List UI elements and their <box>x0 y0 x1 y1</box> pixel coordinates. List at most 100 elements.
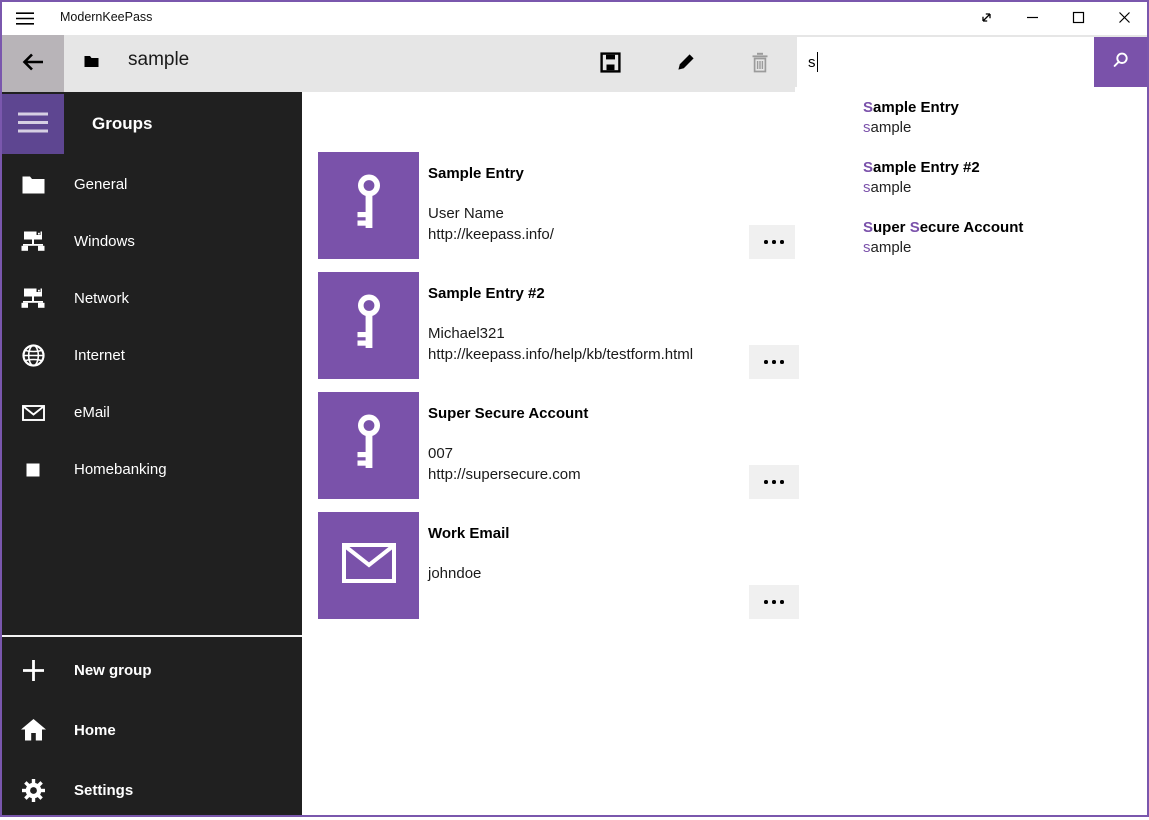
sidebar-item-label: Internet <box>74 347 125 364</box>
text-caret <box>817 52 819 72</box>
suggestion-subtitle: sample <box>863 178 1147 198</box>
entry-details: 007http://supersecure.com <box>428 444 581 485</box>
ellipsis-icon <box>764 600 784 604</box>
edit-button[interactable] <box>663 35 709 92</box>
sidebar-item-label: Windows <box>74 233 135 250</box>
entry-more-button[interactable] <box>749 465 799 499</box>
groups-list: General Windows Network Internet eMail Homeba… <box>2 156 302 498</box>
sidebar-action-label: Settings <box>74 782 133 799</box>
square-icon <box>20 463 46 477</box>
entry-title: Sample Entry #2 <box>428 285 545 302</box>
back-arrow-icon <box>19 48 47 79</box>
sidebar-action-label: Home <box>74 722 116 739</box>
entry-username: 007 <box>428 444 581 465</box>
globe-icon <box>20 344 46 367</box>
sidebar: Groups GeneralWindowsNetworkInterneteMai… <box>2 92 302 815</box>
sidebar-separator <box>2 635 302 637</box>
close-icon <box>1118 11 1131 27</box>
entry-tile <box>318 272 419 379</box>
maximize-icon <box>1072 11 1085 27</box>
envelope-icon <box>342 543 396 588</box>
search-suggestion[interactable]: Super Secure Accountsample <box>795 218 1147 278</box>
home-icon <box>20 719 46 741</box>
entry-item[interactable]: Super Secure Account 007http://supersecur… <box>318 392 838 499</box>
minimize-button[interactable] <box>1009 2 1055 35</box>
key-icon <box>346 292 392 359</box>
network-icon <box>20 288 46 309</box>
entry-more-button[interactable] <box>749 585 799 619</box>
expand-icon <box>979 10 994 28</box>
key-icon <box>346 172 392 239</box>
titlebar-hamburger-icon[interactable] <box>15 11 35 31</box>
entry-title: Work Email <box>428 525 509 542</box>
search-icon <box>1111 51 1130 73</box>
ellipsis-icon <box>764 480 784 484</box>
sidebar-actions: New group Home Settings <box>2 640 302 820</box>
minimize-icon <box>1026 11 1039 27</box>
sidebar-bottom: New group Home Settings <box>2 635 302 820</box>
search-suggestion[interactable]: Sample Entry #2sample <box>795 158 1147 218</box>
sidebar-item-email[interactable]: eMail <box>2 384 302 441</box>
window-controls <box>963 2 1147 35</box>
save-icon <box>600 52 621 76</box>
sidebar-item-general[interactable]: General <box>2 156 302 213</box>
sidebar-item-windows[interactable]: Windows <box>2 213 302 270</box>
sidebar-action-label: New group <box>74 662 152 679</box>
database-title: sample <box>128 49 189 71</box>
pencil-icon <box>676 52 696 75</box>
entry-item[interactable]: Work Email johndoe <box>318 512 838 619</box>
app-title: ModernKeePass <box>60 10 152 24</box>
sidebar-item-label: General <box>74 176 127 193</box>
entry-title: Super Secure Account <box>428 405 588 422</box>
sidebar-item-internet[interactable]: Internet <box>2 327 302 384</box>
app-window: ModernKeePass sample s Groups GeneralWin… <box>0 0 1149 817</box>
search-button[interactable] <box>1094 37 1147 87</box>
database-folder-icon <box>84 55 99 73</box>
entry-more-button[interactable] <box>749 345 799 379</box>
suggestion-title: Sample Entry <box>863 98 1147 118</box>
maximize-button[interactable] <box>1055 2 1101 35</box>
sidebar-action-new-group[interactable]: New group <box>2 640 302 700</box>
suggestion-title: Super Secure Account <box>863 218 1147 238</box>
sidebar-item-label: Network <box>74 290 129 307</box>
entry-details: User Namehttp://keepass.info/ <box>428 204 554 245</box>
network-icon <box>20 231 46 252</box>
suggestion-subtitle: sample <box>863 238 1147 258</box>
back-button[interactable] <box>2 35 64 92</box>
entry-username: Michael321 <box>428 324 693 345</box>
entry-details: Michael321http://keepass.info/help/kb/te… <box>428 324 693 365</box>
entry-item[interactable]: Sample Entry User Namehttp://keepass.info… <box>318 152 838 259</box>
gear-icon <box>20 779 46 802</box>
search-box: s <box>797 37 1147 87</box>
suggestion-subtitle: sample <box>863 118 1147 138</box>
key-icon <box>346 412 392 479</box>
entry-title: Sample Entry <box>428 165 524 182</box>
save-button[interactable] <box>587 35 633 92</box>
sidebar-action-home[interactable]: Home <box>2 700 302 760</box>
search-suggestions-flyout: Sample EntrysampleSample Entry #2sampleS… <box>795 87 1147 345</box>
pane-toggle-button[interactable] <box>2 94 64 154</box>
entry-details: johndoe <box>428 564 481 585</box>
search-input[interactable]: s <box>797 37 1094 87</box>
hamburger-icon <box>18 111 48 137</box>
search-suggestion[interactable]: Sample Entrysample <box>795 98 1147 158</box>
entry-more-button[interactable] <box>749 225 799 259</box>
sidebar-action-settings[interactable]: Settings <box>2 760 302 820</box>
plus-icon <box>20 659 46 682</box>
expand-button[interactable] <box>963 2 1009 35</box>
appbar: sample s <box>2 35 1147 92</box>
sidebar-item-network[interactable]: Network <box>2 270 302 327</box>
entry-url: http://supersecure.com <box>428 465 581 486</box>
entry-tile <box>318 512 419 619</box>
entry-username: johndoe <box>428 564 481 585</box>
entry-tile <box>318 152 419 259</box>
delete-button[interactable] <box>737 35 783 92</box>
entry-item[interactable]: Sample Entry #2 Michael321http://keepass.… <box>318 272 838 379</box>
titlebar: ModernKeePass <box>2 2 1147 35</box>
entry-tile <box>318 392 419 499</box>
close-button[interactable] <box>1101 2 1147 35</box>
entry-username: User Name <box>428 204 554 225</box>
sidebar-item-label: Homebanking <box>74 461 167 478</box>
entry-url: http://keepass.info/help/kb/testform.htm… <box>428 345 693 366</box>
sidebar-item-homebanking[interactable]: Homebanking <box>2 441 302 498</box>
